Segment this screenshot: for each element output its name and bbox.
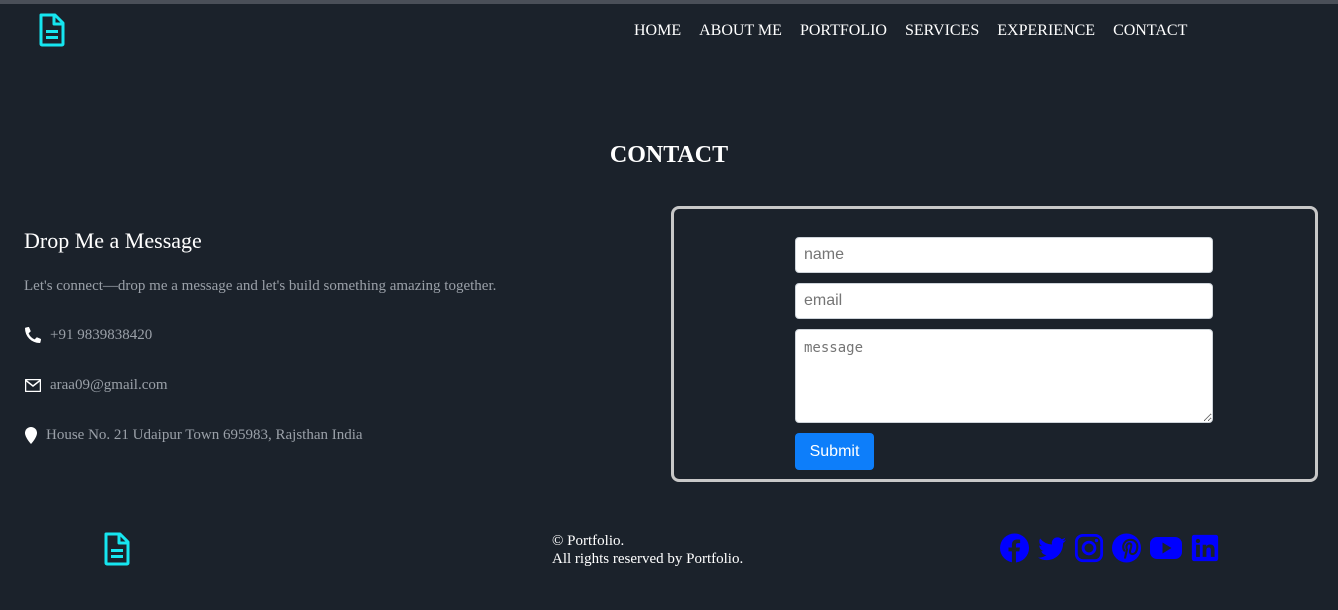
map-marker-icon [24, 426, 38, 444]
header-logo-icon[interactable] [38, 13, 66, 47]
facebook-icon[interactable] [999, 532, 1030, 564]
email-row: araa09@gmail.com [24, 375, 644, 395]
envelope-icon [24, 376, 42, 394]
address-text: House No. 21 Udaipur Town 695983, Rajsth… [46, 426, 363, 443]
youtube-icon[interactable] [1149, 532, 1183, 564]
main-nav: HOME ABOUT ME PORTFOLIO SERVICES EXPERIE… [634, 22, 1187, 40]
nav-about-me[interactable]: ABOUT ME [699, 22, 782, 40]
linkedin-icon[interactable] [1190, 532, 1220, 564]
section-title: CONTACT [609, 142, 729, 168]
pinterest-icon[interactable] [1111, 532, 1142, 564]
instagram-icon[interactable] [1074, 532, 1104, 564]
email-text: araa09@gmail.com [50, 376, 168, 393]
phone-icon [24, 326, 42, 344]
footer-copyright: © Portfolio. All rights reserved by Port… [552, 532, 743, 568]
contact-form-box: Submit [671, 206, 1318, 482]
phone-text: +91 9839838420 [50, 326, 153, 343]
contact-form: Submit [795, 237, 1213, 470]
submit-button[interactable]: Submit [795, 433, 874, 470]
contact-info: Drop Me a Message Let's connect—drop me … [24, 228, 644, 445]
nav-services[interactable]: SERVICES [905, 22, 979, 40]
social-links [999, 532, 1220, 564]
contact-intro: Let's connect—drop me a message and let'… [24, 278, 497, 294]
copyright-line-1: © Portfolio. [552, 533, 625, 549]
top-border [0, 0, 1338, 4]
contact-heading: Drop Me a Message [24, 228, 202, 253]
message-textarea[interactable] [795, 329, 1213, 423]
email-input[interactable] [795, 283, 1213, 319]
twitter-icon[interactable] [1037, 532, 1067, 564]
copyright-line-2: All rights reserved by Portfolio. [552, 551, 744, 567]
address-row: House No. 21 Udaipur Town 695983, Rajsth… [24, 425, 644, 445]
nav-experience[interactable]: EXPERIENCE [997, 22, 1095, 40]
footer-logo-icon[interactable] [103, 531, 131, 567]
nav-contact[interactable]: CONTACT [1113, 22, 1187, 40]
name-input[interactable] [795, 237, 1213, 273]
nav-portfolio[interactable]: PORTFOLIO [800, 22, 887, 40]
nav-home[interactable]: HOME [634, 22, 681, 40]
phone-row: +91 9839838420 [24, 325, 644, 345]
